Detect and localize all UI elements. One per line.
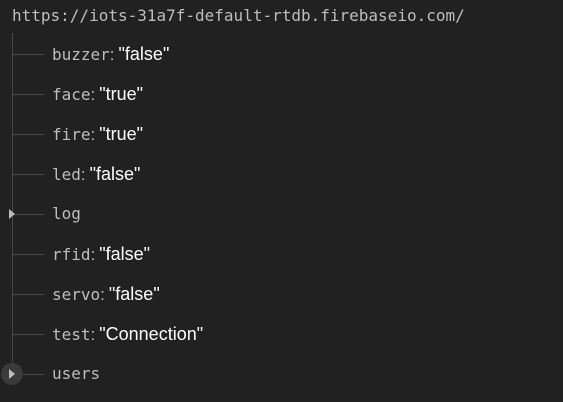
tree-connector — [12, 334, 44, 335]
node-key[interactable]: face — [52, 85, 91, 104]
key-separator: : — [90, 85, 96, 104]
key-separator: : — [80, 165, 86, 184]
tree-connector — [12, 54, 44, 55]
tree-node-face[interactable]: face: "true" — [0, 74, 563, 114]
expand-toggle-log[interactable] — [1, 203, 23, 225]
expand-toggle-users[interactable] — [1, 363, 23, 385]
node-key[interactable]: fire — [52, 125, 91, 144]
tree-connector — [12, 294, 44, 295]
database-url[interactable]: https://iots-31a7f-default-rtdb.firebase… — [12, 4, 465, 28]
node-label: rfid: "false" — [52, 242, 150, 268]
node-key[interactable]: users — [52, 364, 100, 383]
key-separator: : — [90, 245, 96, 264]
node-key[interactable]: rfid — [52, 245, 91, 264]
node-label: log — [52, 202, 81, 227]
tree-node-fire[interactable]: fire: "true" — [0, 114, 563, 154]
node-key[interactable]: log — [52, 204, 81, 223]
node-key[interactable]: buzzer — [52, 45, 110, 64]
node-value[interactable]: "true" — [99, 84, 143, 104]
node-key[interactable]: test — [52, 325, 91, 344]
node-label: led: "false" — [52, 162, 140, 188]
tree-node-buzzer[interactable]: buzzer: "false" — [0, 34, 563, 74]
node-label: buzzer: "false" — [52, 42, 169, 68]
node-value[interactable]: "true" — [99, 124, 143, 144]
node-label: test: "Connection" — [52, 322, 203, 348]
node-label: fire: "true" — [52, 122, 143, 148]
node-label: users — [52, 362, 100, 387]
node-label: servo: "false" — [52, 282, 160, 308]
node-label: face: "true" — [52, 82, 143, 108]
tree-node-servo[interactable]: servo: "false" — [0, 274, 563, 314]
node-value[interactable]: "false" — [119, 44, 170, 64]
tree-connector — [12, 254, 44, 255]
tree-connector — [12, 174, 44, 175]
node-value[interactable]: "false" — [109, 284, 160, 304]
node-key[interactable]: servo — [52, 285, 100, 304]
node-value[interactable]: "false" — [99, 244, 150, 264]
caret-right-icon — [9, 209, 15, 219]
tree-node-led[interactable]: led: "false" — [0, 154, 563, 194]
tree-connector — [12, 134, 44, 135]
key-separator: : — [100, 285, 105, 304]
key-separator: : — [90, 125, 96, 144]
database-viewer: https://iots-31a7f-default-rtdb.firebase… — [0, 0, 563, 402]
node-value[interactable]: "Connection" — [99, 324, 203, 344]
tree-node-log[interactable]: log — [0, 194, 563, 234]
key-separator: : — [109, 45, 115, 64]
tree-node-users[interactable]: users — [0, 354, 563, 394]
node-value[interactable]: "false" — [90, 164, 141, 184]
tree-connector — [12, 94, 44, 95]
node-key[interactable]: led — [52, 165, 81, 184]
tree-node-test[interactable]: test: "Connection" — [0, 314, 563, 354]
tree-node-rfid[interactable]: rfid: "false" — [0, 234, 563, 274]
key-separator: : — [90, 325, 96, 344]
caret-right-icon — [9, 369, 15, 379]
